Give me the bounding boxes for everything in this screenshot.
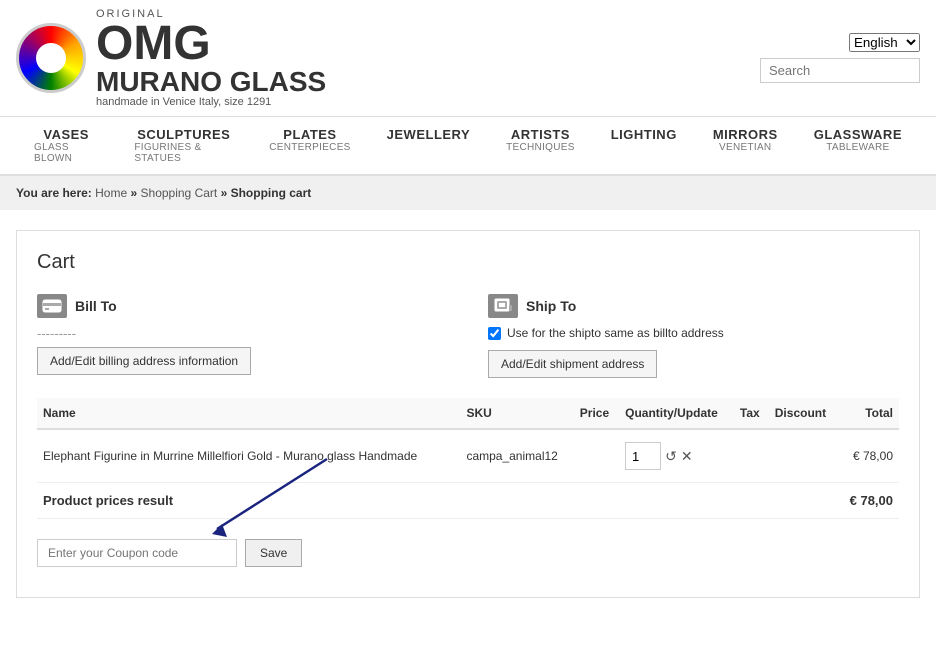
col-quantity: Quantity/Update	[619, 398, 734, 429]
logo-omg: OMG	[96, 20, 326, 68]
product-total-cell: € 78,00	[838, 429, 899, 483]
nav-item-vases[interactable]: VASES GLASS BLOWN	[16, 117, 116, 174]
cart-table: Name SKU Price Quantity/Update Tax Disco…	[37, 398, 899, 519]
breadcrumb-home[interactable]: Home	[95, 186, 127, 200]
ship-same-label: Use for the shipto same as billto addres…	[507, 326, 724, 340]
breadcrumb-sep1: »	[131, 186, 141, 200]
main-nav: VASES GLASS BLOWN SCULPTURES FIGURINES &…	[0, 117, 936, 176]
language-selector[interactable]: English Italian French German	[849, 33, 920, 52]
nav-item-glassware[interactable]: GLASSWARE TABLEWARE	[796, 117, 920, 174]
breadcrumb-prefix: You are here:	[16, 186, 95, 200]
quantity-input[interactable]	[625, 442, 661, 470]
col-total: Total	[838, 398, 899, 429]
bill-to-placeholder: ---------	[37, 326, 448, 341]
logo-sub: handmade in Venice Italy, size 1291	[96, 96, 326, 108]
coupon-save-button[interactable]: Save	[245, 539, 302, 567]
nav-item-jewellery[interactable]: JEWELLERY	[369, 117, 488, 174]
product-sku: campa_animal12	[466, 449, 557, 463]
ship-same-as-bill-row: Use for the shipto same as billto addres…	[488, 326, 899, 340]
product-name-cell: Elephant Figurine in Murrine Millelfiori…	[37, 429, 460, 483]
table-row: Elephant Figurine in Murrine Millelfiori…	[37, 429, 899, 483]
col-price: Price	[574, 398, 619, 429]
breadcrumb-sep2: »	[221, 186, 231, 200]
logo-text: ORIGINAL OMG MURANO GLASS handmade in Ve…	[96, 8, 326, 108]
ship-to-label: Ship To	[526, 298, 576, 314]
coupon-input[interactable]	[37, 539, 237, 567]
col-tax: Tax	[734, 398, 769, 429]
coupon-area: Save	[37, 529, 899, 577]
ship-to-section: Ship To Use for the shipto same as billt…	[488, 294, 899, 378]
totals-row: Product prices result € 78,00	[37, 483, 899, 519]
coupon-section: Save	[37, 529, 899, 577]
quantity-controls: ↺ ✕	[625, 442, 728, 470]
logo-circle-icon	[16, 23, 86, 93]
nav-item-lighting[interactable]: LIGHTING	[593, 117, 695, 174]
nav-item-artists[interactable]: ARTISTS TECHNIQUES	[488, 117, 593, 174]
nav-item-sculptures[interactable]: SCULPTURES FIGURINES & STATUES	[116, 117, 251, 174]
cart-box: Cart Bill To --------- Add/Edit billin	[16, 230, 920, 598]
ship-to-icon	[488, 294, 518, 318]
nav-item-mirrors[interactable]: MIRRORS VENETIAN	[695, 117, 796, 174]
product-discount-cell	[769, 429, 838, 483]
col-sku: SKU	[460, 398, 573, 429]
breadcrumb-cart-link[interactable]: Shopping Cart	[141, 186, 218, 200]
ship-same-checkbox[interactable]	[488, 327, 501, 340]
header-right: English Italian French German	[760, 33, 920, 83]
totals-label: Product prices result	[37, 483, 769, 519]
ship-to-header: Ship To	[488, 294, 899, 318]
cart-title: Cart	[37, 251, 899, 274]
bill-to-header: Bill To	[37, 294, 448, 318]
header: ORIGINAL OMG MURANO GLASS handmade in Ve…	[0, 0, 936, 117]
col-discount: Discount	[769, 398, 838, 429]
ship-icon-svg	[493, 297, 513, 315]
product-quantity-cell: ↺ ✕	[619, 429, 734, 483]
breadcrumb-current: Shopping cart	[231, 186, 312, 200]
product-sku-cell: campa_animal12	[460, 429, 573, 483]
col-name: Name	[37, 398, 460, 429]
nav-item-plates[interactable]: PLATES CENTERPIECES	[251, 117, 368, 174]
bill-to-icon	[37, 294, 67, 318]
main-content: Cart Bill To --------- Add/Edit billin	[0, 210, 936, 618]
breadcrumb: You are here: Home » Shopping Cart » Sho…	[0, 176, 936, 210]
address-row: Bill To --------- Add/Edit billing addre…	[37, 294, 899, 378]
add-edit-shipment-button[interactable]: Add/Edit shipment address	[488, 350, 657, 378]
search-input[interactable]	[760, 58, 920, 83]
product-total: € 78,00	[853, 449, 893, 463]
logo-murano: MURANO GLASS	[96, 68, 326, 96]
nav-list: VASES GLASS BLOWN SCULPTURES FIGURINES &…	[16, 117, 920, 174]
bill-to-label: Bill To	[75, 298, 117, 314]
product-price-cell	[574, 429, 619, 483]
product-tax-cell	[734, 429, 769, 483]
logo-area: ORIGINAL OMG MURANO GLASS handmade in Ve…	[16, 8, 326, 108]
product-name: Elephant Figurine in Murrine Millelfiori…	[43, 449, 417, 463]
totals-amount: € 78,00	[838, 483, 899, 519]
refresh-icon[interactable]: ↺	[665, 448, 677, 465]
bill-icon-svg	[42, 297, 62, 315]
delete-icon[interactable]: ✕	[681, 448, 693, 465]
add-edit-billing-button[interactable]: Add/Edit billing address information	[37, 347, 251, 375]
bill-to-section: Bill To --------- Add/Edit billing addre…	[37, 294, 448, 378]
table-header-row: Name SKU Price Quantity/Update Tax Disco…	[37, 398, 899, 429]
language-dropdown[interactable]: English Italian French German	[849, 33, 920, 52]
